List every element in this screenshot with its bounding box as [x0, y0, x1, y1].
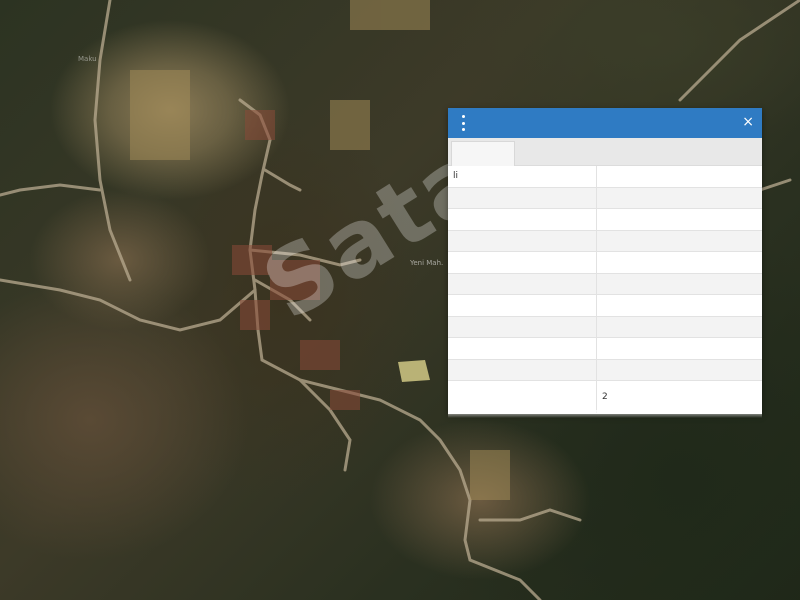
row-key: [448, 230, 597, 252]
table-row: [448, 251, 762, 274]
road-northeast: [678, 0, 800, 102]
row-value: [596, 230, 762, 252]
table-row: li: [448, 166, 762, 188]
table-row: [448, 230, 762, 252]
table-row: [448, 316, 762, 338]
row-value: [596, 337, 762, 360]
row-key: [448, 359, 597, 381]
panel-header: ×: [448, 108, 762, 138]
table-row: [448, 208, 762, 231]
row-key: [448, 273, 597, 295]
map-place-label-2: Maku: [78, 55, 97, 63]
road-west-2: [0, 183, 102, 197]
road-east-2: [758, 178, 792, 192]
row-key: [448, 337, 597, 360]
road-northwest: [93, 0, 132, 282]
row-value: [596, 294, 762, 317]
row-value: [596, 208, 762, 231]
village-roofs-5: [330, 390, 360, 410]
table-row: [448, 273, 762, 295]
row-key: [448, 294, 597, 317]
village-roofs-3: [240, 300, 270, 330]
table-row: [448, 337, 762, 360]
row-value: [596, 251, 762, 274]
table-row: [448, 359, 762, 381]
panel-tab-strip: [448, 138, 762, 166]
row-key: [448, 208, 597, 231]
vertical-dots-icon[interactable]: [458, 115, 468, 131]
field-4: [470, 450, 510, 500]
attribute-table: li 2: [448, 166, 762, 413]
row-value: [596, 273, 762, 295]
feature-info-panel: × li 2: [448, 108, 762, 418]
row-value: [596, 166, 762, 188]
close-icon[interactable]: ×: [742, 114, 754, 130]
tab-attributes[interactable]: [451, 141, 515, 166]
village-roofs-4: [300, 340, 340, 370]
road-village-3: [263, 168, 302, 192]
table-row: [448, 294, 762, 317]
row-value: [596, 187, 762, 209]
road-southeast: [478, 508, 582, 522]
table-row: 2: [448, 380, 762, 413]
row-key: [448, 316, 597, 338]
road-west: [0, 278, 257, 332]
village-roofs-6: [245, 110, 275, 140]
row-value: 2: [596, 380, 762, 413]
field-3: [350, 0, 430, 30]
table-row: [448, 187, 762, 209]
row-value: [596, 359, 762, 381]
row-value: [596, 316, 762, 338]
panel-bottom-edge: [448, 410, 762, 418]
row-key: [448, 380, 597, 413]
row-key: li: [448, 166, 597, 188]
row-key: [448, 251, 597, 274]
field-1: [130, 70, 190, 160]
field-2: [330, 100, 370, 150]
field-bright: [398, 360, 430, 382]
row-key: [448, 187, 597, 209]
